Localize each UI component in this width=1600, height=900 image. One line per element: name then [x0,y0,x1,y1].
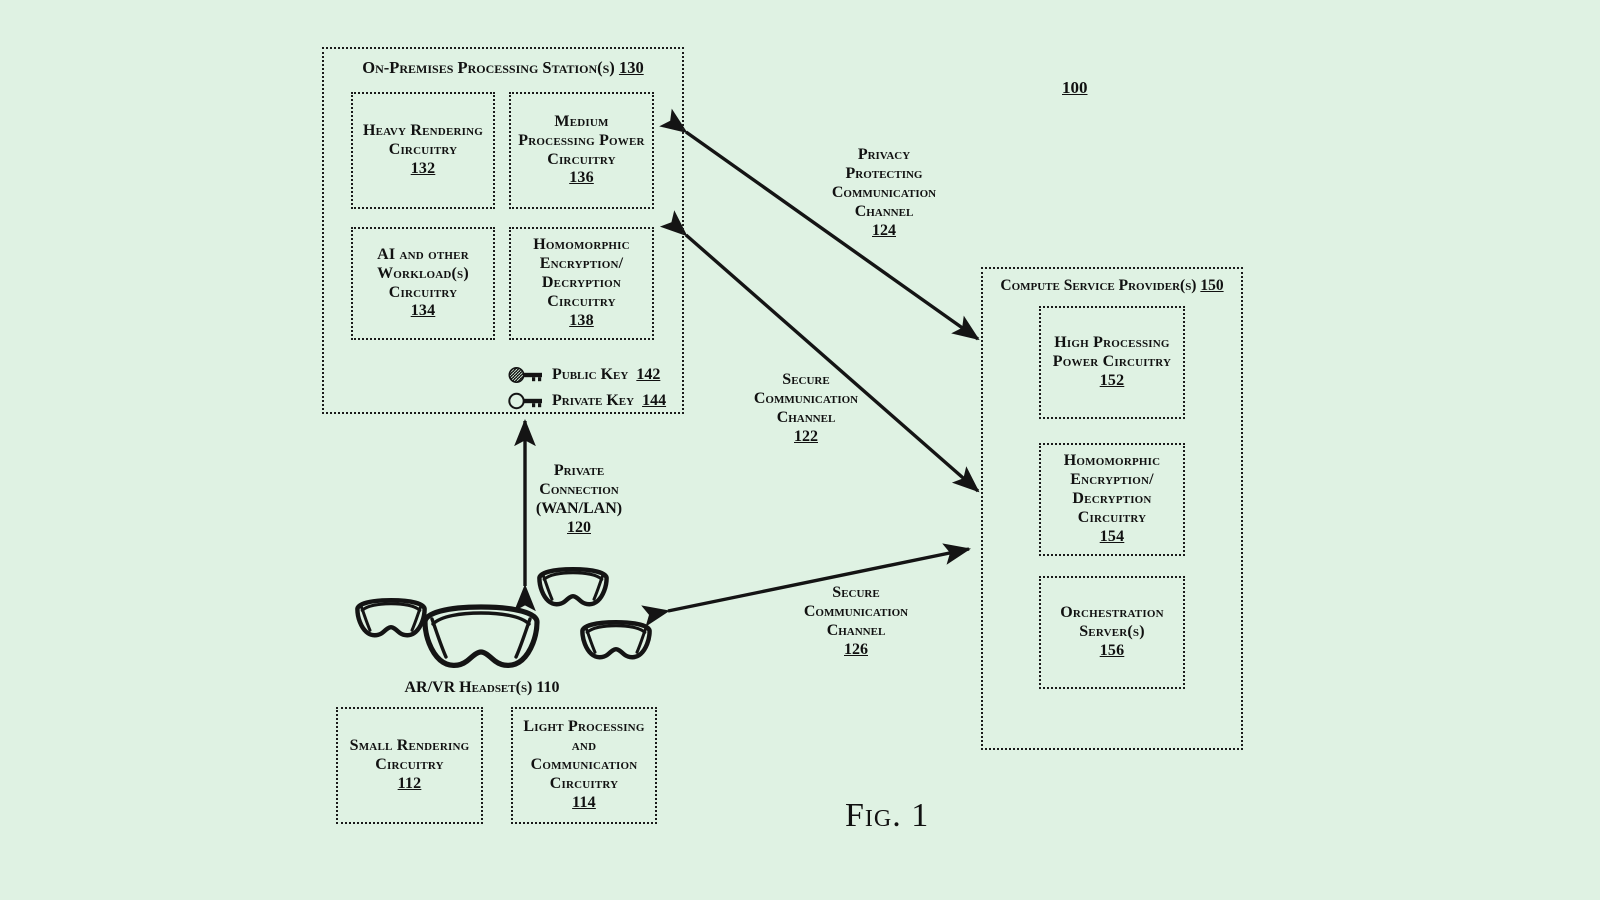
channel-126-label: Secure Communication Channel 126 [772,584,940,660]
public-key-icon [508,366,544,384]
private-key-icon [508,392,544,410]
heavy-rendering-circuitry-box: Heavy Rendering Circuitry 132 [351,92,495,209]
public-key-label: Public Key [552,366,629,383]
ai-workload-circuitry-label: AI and other Workload(s) Circuitry 134 [377,245,469,320]
on-prem-homomorphic-circuitry-box: Homomorphic Encryption/ Decryption Circu… [509,227,654,340]
channel-126-number: 126 [844,640,868,658]
channel-122-label: Secure Communication Channel 122 [722,371,890,447]
medium-processing-power-circuitry-box: Medium Processing Power Circuitry 136 [509,92,654,209]
compute-service-provider-number: 150 [1200,277,1224,294]
csp-homomorphic-circuitry-number: 154 [1099,527,1125,545]
ar-vr-headset-glyph-large [422,604,540,668]
heavy-rendering-circuitry-label: Heavy Rendering Circuitry 132 [362,122,484,177]
diagram-overlay [355,108,980,668]
channel-122-number: 122 [794,427,818,445]
ar-vr-headsets-title-text: AR/VR Headset(s) [404,679,533,696]
connection-120-number: 120 [567,518,591,536]
csp-homomorphic-circuitry-box: Homomorphic Encryption/ Decryption Circu… [1039,443,1185,556]
public-key-legend: Public Key 142 [508,366,660,384]
ar-vr-headsets-title: AR/VR Headset(s) 110 [392,679,572,698]
channel-124-number: 124 [872,221,896,239]
diagram-number: 100 [1062,78,1088,97]
medium-processing-power-circuitry-label: Medium Processing Power Circuitry 136 [518,112,645,187]
on-premises-station-number: 130 [618,58,644,77]
medium-processing-power-circuitry-number: 136 [569,169,594,187]
high-processing-power-circuitry-label: High Processing Power Circuitry 152 [1052,334,1172,389]
private-key-number: 144 [642,392,667,409]
compute-service-provider-title: Compute Service Provider(s) 150 [983,277,1241,295]
on-premises-station-title: On-Premises Processing Station(s) 130 [324,58,682,78]
figure-caption: Fig. 1 [845,797,930,834]
ar-vr-headset-glyph-top [537,566,609,607]
ar-vr-headsets-number: 110 [536,679,560,696]
private-key-label: Private Key [552,392,635,409]
on-premises-station-title-text: On-Premises Processing Station(s) [362,58,615,77]
on-prem-homomorphic-circuitry-number: 138 [569,311,594,329]
connection-120-label: Private Connection (WAN/LAN) 120 [510,462,648,538]
patent-figure: On-Premises Processing Station(s) 130 He… [0,0,1600,900]
light-processing-circuitry-box: Light Processing and Communication Circu… [511,707,657,824]
channel-124-label: Privacy Protecting Communication Channel… [800,146,968,240]
high-processing-power-circuitry-number: 152 [1099,371,1125,389]
small-rendering-circuitry-box: Small Rendering Circuitry 112 [336,707,483,824]
heavy-rendering-circuitry-number: 132 [410,159,436,177]
orchestration-server-box: Orchestration Server(s) 156 [1039,576,1185,689]
ai-workload-circuitry-box: AI and other Workload(s) Circuitry 134 [351,227,495,340]
public-key-number: 142 [636,366,661,383]
orchestration-server-label: Orchestration Server(s) 156 [1060,604,1164,659]
compute-service-provider-title-text: Compute Service Provider(s) [1000,277,1197,294]
small-rendering-circuitry-number: 112 [397,774,422,792]
light-processing-circuitry-number: 114 [572,793,596,811]
small-rendering-circuitry-label: Small Rendering Circuitry 112 [349,737,470,792]
ar-vr-headset-glyph-left [355,597,427,638]
high-processing-power-circuitry-box: High Processing Power Circuitry 152 [1039,306,1185,419]
ar-vr-headset-glyph-right [580,619,652,660]
light-processing-circuitry-label: Light Processing and Communication Circu… [523,718,645,811]
on-prem-homomorphic-circuitry-label: Homomorphic Encryption/ Decryption Circu… [533,236,630,329]
ai-workload-circuitry-number: 134 [410,302,436,320]
private-key-legend: Private Key 144 [508,392,666,410]
csp-homomorphic-circuitry-label: Homomorphic Encryption/ Decryption Circu… [1063,452,1161,545]
orchestration-server-number: 156 [1099,641,1125,659]
arrow-channel-122 [659,210,980,493]
